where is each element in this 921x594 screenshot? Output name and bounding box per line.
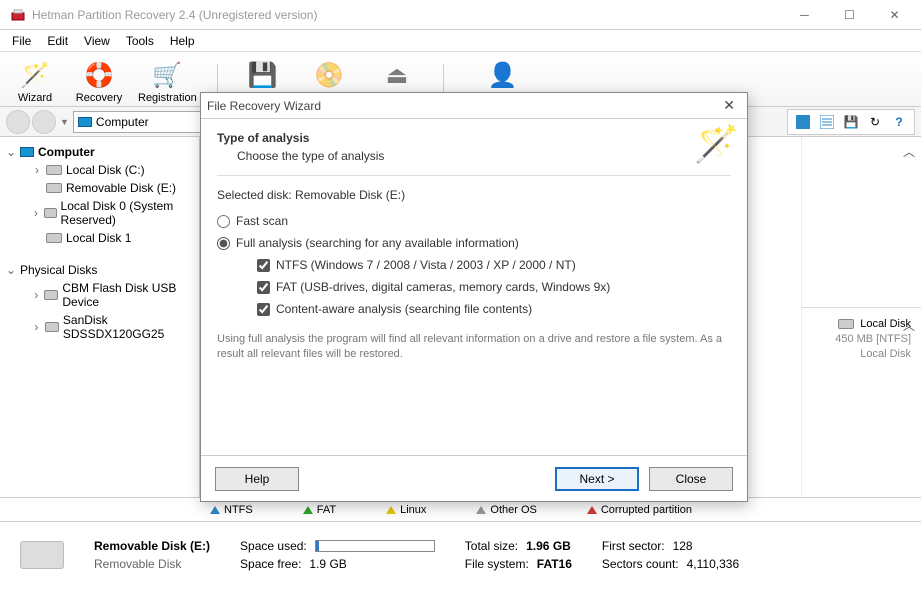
content-aware-checkbox[interactable] bbox=[257, 303, 270, 316]
view-tiles-button[interactable] bbox=[794, 113, 812, 131]
total-size-value: 1.96 GB bbox=[526, 539, 571, 553]
dialog-heading: Type of analysis bbox=[217, 131, 731, 145]
collapse-icon[interactable]: ⌄ bbox=[6, 263, 16, 277]
wizard-button[interactable]: 🪄 Wizard bbox=[10, 59, 60, 104]
tree-item[interactable]: ›SanDisk SDSSDX120GG25 bbox=[4, 311, 195, 343]
window-title: Hetman Partition Recovery 2.4 (Unregiste… bbox=[32, 8, 782, 22]
menu-file[interactable]: File bbox=[4, 32, 39, 50]
wand-icon: 🪄 bbox=[694, 123, 739, 165]
tree-computer[interactable]: ⌄ Computer bbox=[4, 143, 195, 161]
tree-item[interactable]: Removable Disk (E:) bbox=[4, 179, 195, 197]
side-disk-meta: 450 MB [NTFS] bbox=[812, 333, 911, 345]
refresh-button[interactable]: ↻ bbox=[866, 113, 884, 131]
status-bar: Removable Disk (E:) Removable Disk Space… bbox=[0, 521, 921, 587]
computer-icon bbox=[20, 147, 34, 157]
dialog-subtitle: Choose the type of analysis bbox=[217, 149, 731, 163]
help-button[interactable]: ? bbox=[890, 113, 908, 131]
titlebar: Hetman Partition Recovery 2.4 (Unregiste… bbox=[0, 0, 921, 30]
forward-button[interactable] bbox=[32, 110, 56, 134]
menubar: File Edit View Tools Help bbox=[0, 30, 921, 52]
menu-help[interactable]: Help bbox=[162, 32, 203, 50]
disk-icon bbox=[46, 165, 62, 175]
view-toolbar: 💾 ↻ ? bbox=[787, 109, 915, 135]
menu-edit[interactable]: Edit bbox=[39, 32, 76, 50]
cart-icon: 🛒 bbox=[151, 59, 183, 91]
tree-item[interactable]: Local Disk 1 bbox=[4, 229, 195, 247]
disk-image-icon bbox=[20, 541, 64, 569]
registration-button[interactable]: 🛒 Registration bbox=[138, 59, 197, 104]
full-analysis-radio[interactable] bbox=[217, 237, 230, 250]
legend-ntfs: NTFS bbox=[210, 504, 253, 516]
disk-icon bbox=[45, 322, 59, 332]
next-button[interactable]: Next > bbox=[555, 467, 639, 491]
close-button[interactable]: Close bbox=[649, 467, 733, 491]
full-analysis-option[interactable]: Full analysis (searching for any availab… bbox=[217, 236, 731, 250]
disk-icon bbox=[46, 183, 62, 193]
fat-checkbox[interactable] bbox=[257, 281, 270, 294]
mount-disk-icon: 📀 bbox=[313, 59, 345, 91]
dialog-description: Using full analysis the program will fin… bbox=[217, 332, 731, 363]
disk-icon bbox=[44, 290, 58, 300]
maximize-button[interactable]: ☐ bbox=[827, 1, 872, 29]
lifebuoy-icon: 🛟 bbox=[83, 59, 115, 91]
tree-item[interactable]: ›Local Disk (C:) bbox=[4, 161, 195, 179]
disk-icon bbox=[44, 208, 57, 218]
person-icon: 👤 bbox=[487, 59, 519, 91]
legend-other: Other OS bbox=[476, 504, 536, 516]
properties-panel: ︿ Local Disk 450 MB [NTFS] Local Disk bbox=[801, 137, 921, 497]
tree-panel: ⌄ Computer ›Local Disk (C:) Removable Di… bbox=[0, 137, 200, 497]
save-view-button[interactable]: 💾 bbox=[842, 113, 860, 131]
fat-option[interactable]: FAT (USB-drives, digital cameras, memory… bbox=[217, 280, 731, 294]
status-disk-name: Removable Disk (E:) bbox=[94, 539, 210, 553]
tree-item[interactable]: ›CBM Flash Disk USB Device bbox=[4, 279, 195, 311]
computer-icon bbox=[78, 117, 92, 127]
disk-icon bbox=[838, 319, 854, 329]
content-aware-option[interactable]: Content-aware analysis (searching file c… bbox=[217, 302, 731, 316]
file-recovery-wizard-dialog: File Recovery Wizard ✕ 🪄 Type of analysi… bbox=[200, 92, 748, 502]
minimize-button[interactable]: ─ bbox=[782, 1, 827, 29]
help-button[interactable]: Help bbox=[215, 467, 299, 491]
legend-linux: Linux bbox=[386, 504, 426, 516]
wand-icon: 🪄 bbox=[19, 59, 51, 91]
fast-scan-option[interactable]: Fast scan bbox=[217, 214, 731, 228]
first-sector-value: 128 bbox=[673, 539, 693, 553]
sectors-value: 4,110,336 bbox=[687, 557, 740, 571]
back-button[interactable] bbox=[6, 110, 30, 134]
menu-tools[interactable]: Tools bbox=[118, 32, 162, 50]
save-disk-icon: 💾 bbox=[247, 59, 279, 91]
tree-physical-disks[interactable]: ⌄ Physical Disks bbox=[4, 261, 195, 279]
recovery-button[interactable]: 🛟 Recovery bbox=[74, 59, 124, 104]
ntfs-checkbox[interactable] bbox=[257, 259, 270, 272]
space-used-bar bbox=[315, 540, 435, 552]
dialog-footer: Help Next > Close bbox=[201, 455, 747, 501]
view-list-button[interactable] bbox=[818, 113, 836, 131]
app-icon bbox=[10, 7, 26, 23]
side-disk-sub: Local Disk bbox=[812, 348, 911, 360]
space-free-value: 1.9 GB bbox=[309, 557, 346, 571]
ntfs-option[interactable]: NTFS (Windows 7 / 2008 / Vista / 2003 / … bbox=[217, 258, 731, 272]
dialog-close-button[interactable]: ✕ bbox=[717, 97, 741, 114]
menu-view[interactable]: View bbox=[76, 32, 118, 50]
legend-corrupt: Corrupted partition bbox=[587, 504, 692, 516]
tree-item[interactable]: ›Local Disk 0 (System Reserved) bbox=[4, 197, 195, 229]
disk-icon bbox=[46, 233, 62, 243]
selected-disk-label: Selected disk: Removable Disk (E:) bbox=[217, 188, 731, 202]
status-disk-type: Removable Disk bbox=[94, 557, 210, 571]
collapse-panel-button[interactable]: ︿ bbox=[903, 317, 915, 334]
collapse-icon[interactable]: ⌄ bbox=[6, 145, 16, 159]
fs-value: FAT16 bbox=[537, 557, 572, 571]
fast-scan-radio[interactable] bbox=[217, 215, 230, 228]
close-disk-icon: ⏏ bbox=[381, 59, 413, 91]
close-window-button[interactable]: ✕ bbox=[872, 1, 917, 29]
legend-fat: FAT bbox=[303, 504, 336, 516]
dialog-titlebar[interactable]: File Recovery Wizard ✕ bbox=[201, 93, 747, 119]
